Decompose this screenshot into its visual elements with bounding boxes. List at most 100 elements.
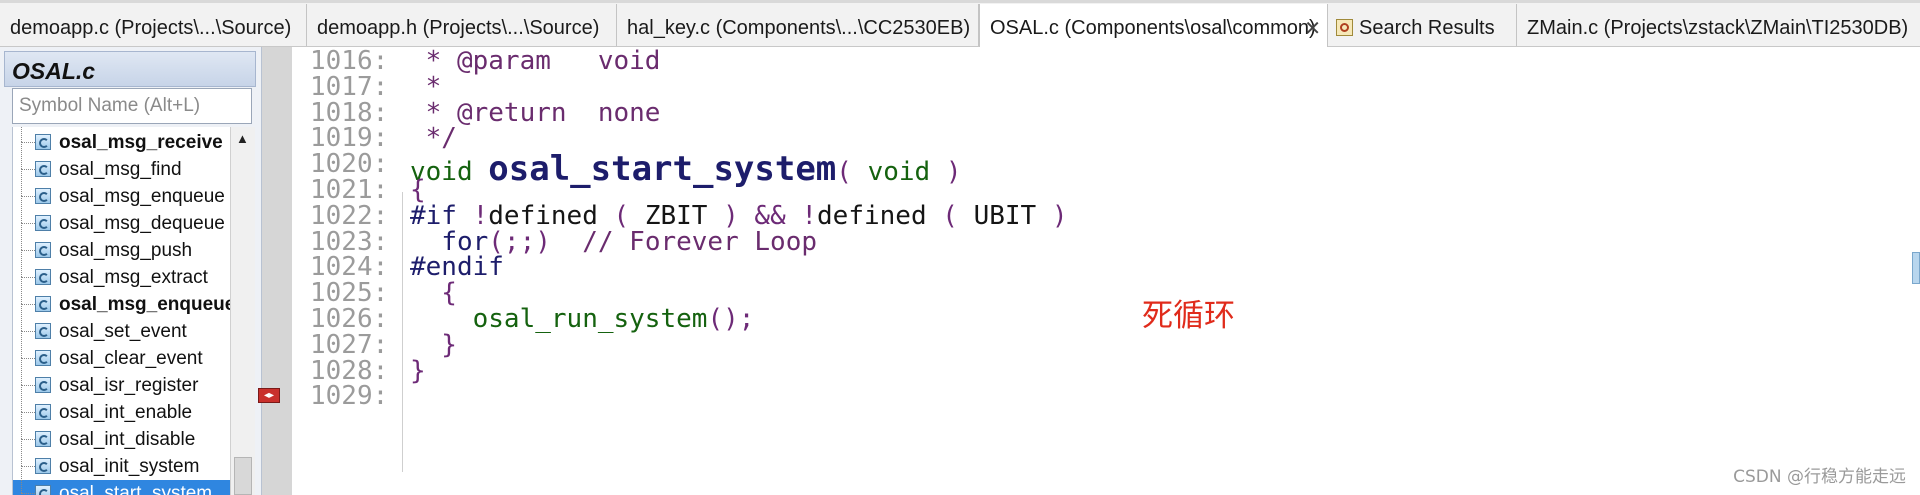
symbol-window-title: OSAL.c [12, 58, 96, 84]
symbol-label: osal_msg_extract [59, 267, 208, 288]
tree-line [21, 385, 22, 412]
tree-line [21, 331, 22, 358]
line-number: 1029: [310, 381, 389, 412]
search-results-icon [1336, 19, 1353, 36]
function-icon [35, 350, 51, 366]
symbol-item[interactable]: osal_clear_event [13, 331, 231, 372]
tab-search-results[interactable]: Search Results [1328, 4, 1517, 46]
editor-margin [262, 47, 292, 495]
tree-line [21, 466, 35, 467]
tab-demoapp-c[interactable]: demoapp.c (Projects\...\Source) [0, 4, 307, 46]
symbol-item[interactable]: osal_int_enable [13, 385, 231, 426]
function-icon [35, 485, 51, 495]
tree-line [21, 277, 22, 304]
tab-hal-key-c[interactable]: hal_key.c (Components\...\CC2530EB) [617, 4, 979, 46]
symbol-label: osal_msg_find [59, 159, 182, 180]
tree-line [21, 169, 35, 170]
tab-label: demoapp.c (Projects\...\Source) [10, 17, 292, 39]
watermark: CSDN @行稳方能走远 [1733, 467, 1906, 487]
editor-tab-bar: demoapp.c (Projects\...\Source) demoapp.… [0, 0, 1920, 48]
tab-label: Search Results [1359, 17, 1495, 39]
tree-line [21, 439, 35, 440]
symbol-item[interactable]: osal_set_event [13, 304, 231, 345]
tree-line [21, 412, 35, 413]
symbol-label: osal_msg_dequeue [59, 213, 225, 234]
tree-line [21, 196, 22, 223]
tree-line [21, 304, 35, 305]
symbol-label: osal_init_system [59, 456, 200, 477]
tree-line [21, 127, 22, 142]
symbol-item[interactable]: osal_msg_dequeue [13, 196, 231, 237]
function-icon [35, 377, 51, 393]
symbol-label: osal_msg_receive [59, 132, 223, 153]
tree-line [21, 358, 35, 359]
symbol-label: osal_int_enable [59, 402, 193, 423]
function-icon [35, 296, 51, 312]
symbol-item[interactable]: osal_msg_enqueue [13, 277, 231, 318]
tree-line [21, 439, 22, 466]
tab-osal-c[interactable]: OSAL.c (Components\osal\common) ✕ [979, 4, 1328, 48]
tab-label: OSAL.c (Components\osal\common) [990, 17, 1316, 39]
tab-label: ZMain.c (Projects\zstack\ZMain\TI2530DB) [1527, 17, 1909, 39]
function-icon [35, 323, 51, 339]
function-icon [35, 458, 51, 474]
tree-line [21, 196, 35, 197]
symbol-item[interactable]: osal_msg_receive [13, 127, 231, 156]
scroll-up-arrow-icon[interactable]: ▲ [236, 131, 249, 146]
tree-line [21, 277, 35, 278]
scrollbar-thumb[interactable] [234, 457, 252, 495]
tree-line [21, 223, 35, 224]
annotation-text: 死循环 [1142, 298, 1235, 334]
symbol-label: osal_set_event [59, 321, 187, 342]
tree-line [21, 250, 35, 251]
symbol-list: osal_msg_receive osal_msg_find osal_msg_… [12, 127, 231, 495]
symbol-label: osal_clear_event [59, 348, 203, 369]
code-editor[interactable]: 1016: * @param void 1017: * 1018: * @retur… [292, 47, 1920, 495]
close-tab-icon[interactable]: ✕ [1304, 16, 1321, 41]
tree-line [21, 250, 22, 277]
symbol-label: osal_msg_enqueue [59, 186, 225, 207]
function-icon [35, 269, 51, 285]
symbol-item[interactable]: osal_isr_register [13, 358, 231, 399]
symbol-item[interactable]: osal_msg_push [13, 223, 231, 264]
tree-line [21, 331, 35, 332]
function-icon [35, 431, 51, 447]
bookmark-marker-icon[interactable]: ◂▸ [258, 388, 280, 403]
symbol-label: osal_int_disable [59, 429, 196, 450]
symbol-label: osal_msg_push [59, 240, 193, 261]
function-icon [35, 242, 51, 258]
symbol-window-title-bar: OSAL.c [4, 51, 256, 87]
tree-line [21, 142, 35, 143]
tree-line [21, 304, 22, 331]
overview-ruler-marker[interactable] [1912, 252, 1920, 284]
symbol-item[interactable]: osal_msg_find [13, 142, 231, 183]
function-icon [35, 215, 51, 231]
tree-line [21, 169, 22, 196]
tab-label: demoapp.h (Projects\...\Source) [317, 17, 600, 39]
symbol-item[interactable]: osal_msg_enqueue [13, 169, 231, 210]
symbol-item[interactable]: osal_init_system [13, 439, 231, 480]
symbol-item[interactable]: osal_msg_extract [13, 250, 231, 291]
function-icon [35, 161, 51, 177]
symbol-list-scrollbar[interactable]: ▲ [230, 127, 255, 495]
tree-line [21, 358, 22, 385]
function-icon [35, 134, 51, 150]
symbol-item-selected[interactable]: osal_start_system [13, 466, 231, 495]
symbol-window: OSAL.c osal_msg_receive osal_msg_find os… [0, 47, 262, 495]
tab-demoapp-h[interactable]: demoapp.h (Projects\...\Source) [307, 4, 617, 46]
tree-line [21, 412, 22, 439]
function-icon [35, 188, 51, 204]
symbol-item[interactable]: osal_int_disable [13, 412, 231, 453]
symbol-label: osal_start_system [59, 483, 213, 495]
tab-bar-top-border [0, 0, 1920, 3]
tab-zmain-c[interactable]: ZMain.c (Projects\zstack\ZMain\TI2530DB) [1517, 4, 1920, 46]
tree-line [21, 466, 22, 493]
tab-label: hal_key.c (Components\...\CC2530EB) [627, 17, 971, 39]
symbol-search-input[interactable] [12, 88, 252, 124]
tree-line [21, 493, 35, 494]
tree-line [21, 142, 22, 169]
function-icon [35, 404, 51, 420]
code-line[interactable]: 1029: [292, 381, 1892, 413]
symbol-label: osal_isr_register [59, 375, 199, 396]
tree-line [21, 385, 35, 386]
